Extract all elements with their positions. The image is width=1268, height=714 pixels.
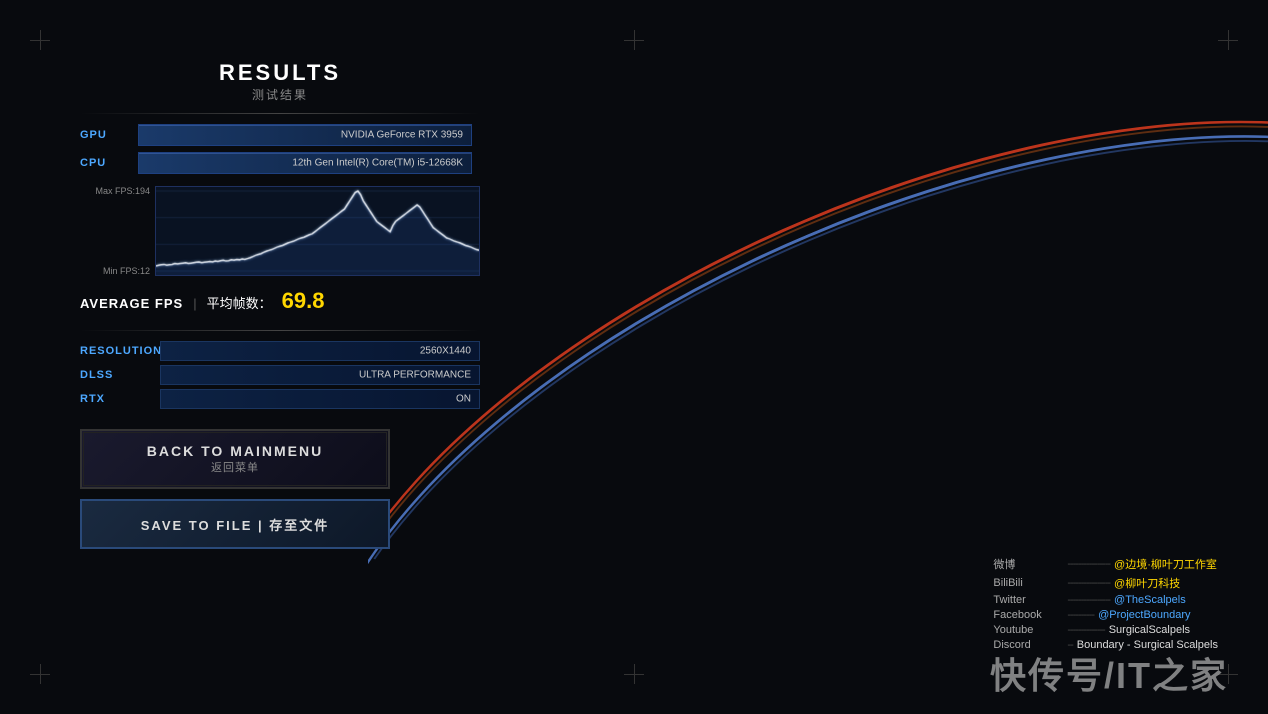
bilibili-row: BiliBili ---------------- @柳叶刀科技 <box>993 575 1218 591</box>
crosshair-tl <box>30 30 50 50</box>
dlss-value: ULTRA PERFORMANCE <box>359 370 471 381</box>
save-button-label: SAVE TO FILE | 存至文件 <box>141 515 330 534</box>
crosshair-tr <box>1218 30 1238 50</box>
weibo-row: 微博 ---------------- @边境·柳叶刀工作室 <box>993 556 1218 572</box>
youtube-handle: SurgicalScalpels <box>1109 624 1190 636</box>
rtx-value: ON <box>456 394 471 405</box>
dlss-row: DLSS ULTRA PERFORMANCE <box>80 365 480 385</box>
crosshair-bm <box>624 664 644 684</box>
dlss-bar: ULTRA PERFORMANCE <box>160 365 480 385</box>
back-button-label-en: BACK TO MAINMENU <box>147 443 323 459</box>
youtube-row: Youtube -------------- SurgicalScalpels <box>993 624 1218 636</box>
avg-fps-value: 69.8 <box>282 288 325 314</box>
rtx-bar: ON <box>160 389 480 409</box>
cpu-label: CPU <box>80 157 130 169</box>
social-panel: 微博 ---------------- @边境·柳叶刀工作室 BiliBili … <box>993 556 1218 654</box>
youtube-platform: Youtube <box>993 624 1063 636</box>
avg-fps-label: AVERAGE FPS <box>80 296 183 311</box>
bilibili-platform: BiliBili <box>993 577 1063 589</box>
avg-fps-row: AVERAGE FPS | 平均帧数： 69.8 <box>80 288 480 314</box>
cpu-value: 12th Gen Intel(R) Core(TM) i5-12668K <box>292 158 463 169</box>
gpu-value: NVIDIA GeForce RTX 3959 <box>341 130 463 141</box>
twitter-handle: @TheScalpels <box>1114 594 1186 606</box>
min-fps-label: Min FPS:12 <box>80 266 155 276</box>
results-title-en: RESULTS <box>80 60 480 86</box>
back-to-mainmenu-button[interactable]: BACK TO MAINMENU 返回菜单 <box>80 429 390 489</box>
gpu-label: GPU <box>80 129 130 141</box>
settings-section: RESOLUTION 2560X1440 DLSS ULTRA PERFORMA… <box>80 330 480 409</box>
watermark: 快传号/IT之家 <box>990 647 1228 699</box>
weibo-handle: @边境·柳叶刀工作室 <box>1114 556 1217 572</box>
max-fps-label: Max FPS:194 <box>80 186 155 196</box>
bilibili-handle: @柳叶刀科技 <box>1114 575 1180 591</box>
divider-top <box>80 113 480 114</box>
fps-chart-section: Max FPS:194 Min FPS:12 <box>80 186 480 276</box>
rtx-label: RTX <box>80 393 160 405</box>
gpu-row: GPU NVIDIA GeForce RTX 3959 <box>80 124 480 146</box>
twitter-row: Twitter ---------------- @TheScalpels <box>993 594 1218 606</box>
twitter-dashes: ---------------- <box>1067 594 1110 606</box>
dlss-label: DLSS <box>80 369 160 381</box>
chart-labels: Max FPS:194 Min FPS:12 <box>80 186 155 276</box>
fps-chart <box>155 186 480 276</box>
results-title-cn: 测试结果 <box>80 86 480 103</box>
back-button-label-cn: 返回菜单 <box>211 459 259 475</box>
bilibili-dashes: ---------------- <box>1067 577 1110 589</box>
crosshair-tm <box>624 30 644 50</box>
weibo-dashes: ---------------- <box>1067 558 1110 570</box>
facebook-dashes: ---------- <box>1067 609 1094 621</box>
save-to-file-button[interactable]: SAVE TO FILE | 存至文件 <box>80 499 390 549</box>
cpu-bar: 12th Gen Intel(R) Core(TM) i5-12668K <box>138 152 472 174</box>
resolution-label: RESOLUTION <box>80 345 160 357</box>
resolution-value: 2560X1440 <box>420 346 471 357</box>
crosshair-bl <box>30 664 50 684</box>
avg-fps-cn: 平均帧数： <box>207 293 272 312</box>
twitter-platform: Twitter <box>993 594 1063 606</box>
gpu-bar: NVIDIA GeForce RTX 3959 <box>138 124 472 146</box>
rtx-row: RTX ON <box>80 389 480 409</box>
divider-settings <box>80 330 480 331</box>
facebook-platform: Facebook <box>993 609 1063 621</box>
weibo-platform: 微博 <box>993 556 1063 572</box>
youtube-dashes: -------------- <box>1067 624 1104 636</box>
cpu-row: CPU 12th Gen Intel(R) Core(TM) i5-12668K <box>80 152 480 174</box>
results-title: RESULTS 测试结果 <box>80 60 480 103</box>
resolution-row: RESOLUTION 2560X1440 <box>80 341 480 361</box>
resolution-bar: 2560X1440 <box>160 341 480 361</box>
fps-canvas <box>156 187 479 275</box>
results-panel: RESULTS 测试结果 GPU NVIDIA GeForce RTX 3959… <box>80 60 480 549</box>
avg-fps-sep: | <box>193 296 196 311</box>
facebook-row: Facebook ---------- @ProjectBoundary <box>993 609 1218 621</box>
facebook-handle: @ProjectBoundary <box>1098 609 1191 621</box>
